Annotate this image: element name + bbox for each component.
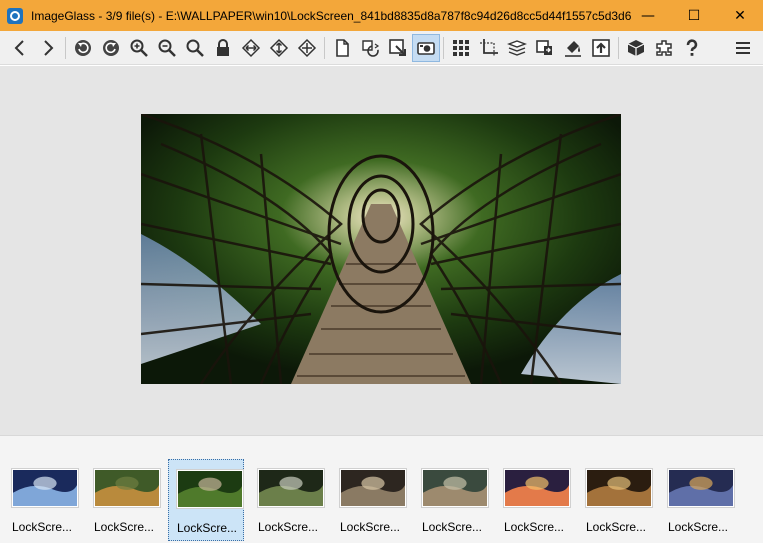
print-button[interactable]: [559, 34, 587, 62]
toolbar-separator: [65, 36, 66, 59]
refresh-button[interactable]: [356, 34, 384, 62]
upload-icon: [592, 38, 610, 57]
current-image[interactable]: [141, 114, 621, 384]
thumbnail-image: [12, 469, 78, 507]
thumbnail-label: LockScre...: [93, 520, 155, 534]
file-icon: [336, 38, 349, 57]
zoom-in-icon: [130, 39, 148, 57]
toolbar-separator: [324, 36, 325, 59]
imageglass-logo-icon: [7, 7, 23, 24]
window-controls: — ☐ ✕: [625, 0, 763, 31]
main-menu-button[interactable]: [729, 34, 757, 62]
title-bar: ImageGlass - 3/9 file(s) - E:\WALLPAPER\…: [0, 0, 763, 31]
toolbar: [0, 31, 763, 65]
arrows-four-way-icon: [297, 38, 317, 57]
goto-icon: [389, 38, 406, 56]
chevron-right-icon: [44, 39, 54, 56]
thumbnail-label: LockScre...: [257, 520, 319, 534]
thumbnail-image: [586, 469, 652, 507]
box-icon: [627, 39, 645, 56]
zoom-out-button[interactable]: [153, 34, 181, 62]
rotate-right-button[interactable]: [97, 34, 125, 62]
thumbnail-item[interactable]: LockScre...: [414, 459, 490, 541]
thumbnail-image: [94, 469, 160, 507]
thumbnail-item[interactable]: LockScre...: [496, 459, 572, 541]
checkerboard-button[interactable]: [447, 34, 475, 62]
arrows-horizontal-icon: [241, 38, 261, 57]
chevron-left-icon: [14, 39, 24, 56]
help-button[interactable]: [678, 34, 706, 62]
scale-to-height-button[interactable]: [265, 34, 293, 62]
settings-button[interactable]: [650, 34, 678, 62]
rotate-left-icon: [75, 39, 91, 56]
thumbnail-image: [668, 469, 734, 507]
thumbnail-bar-toggle[interactable]: [412, 33, 440, 62]
rotate-left-button[interactable]: [69, 34, 97, 62]
forest-bridge-photo: [141, 114, 621, 384]
zoom-in-button[interactable]: [125, 34, 153, 62]
thumbnail-image: [422, 469, 488, 507]
close-button[interactable]: ✕: [717, 0, 763, 31]
hamburger-menu-icon: [736, 42, 750, 54]
thumbnail-image: [504, 469, 570, 507]
auto-zoom-button[interactable]: [181, 34, 209, 62]
thumbnail-item[interactable]: LockScre...: [332, 459, 408, 541]
extension-button[interactable]: [622, 34, 650, 62]
slideshow-button[interactable]: [503, 34, 531, 62]
thumbnail-item[interactable]: LockScre...: [4, 459, 80, 541]
layers-icon: [507, 39, 527, 56]
thumbnail-image: [177, 470, 243, 508]
window-title: ImageGlass - 3/9 file(s) - E:\WALLPAPER\…: [31, 8, 631, 23]
thumbnail-bar: LockScre... LockScre... LockScre... LockScr…: [0, 435, 763, 543]
thumbnail-icon: [417, 41, 435, 55]
thumbnail-item[interactable]: LockScre...: [250, 459, 326, 541]
go-to-image-button[interactable]: [384, 34, 412, 62]
thumbnail-image: [258, 469, 324, 507]
arrows-vertical-icon: [269, 38, 289, 57]
rotate-right-icon: [103, 39, 119, 56]
help-icon: [686, 38, 698, 56]
next-image-button[interactable]: [34, 34, 62, 62]
open-file-button[interactable]: [328, 34, 356, 62]
toolbar-separator: [618, 36, 619, 59]
thumbnail-label: LockScre...: [585, 520, 647, 534]
thumbnail-item[interactable]: LockScre...: [86, 459, 162, 541]
thumbnail-label: LockScre...: [339, 520, 401, 534]
magnifier-icon: [186, 39, 204, 57]
scale-to-fit-button[interactable]: [293, 34, 321, 62]
zoom-out-icon: [158, 39, 176, 57]
thumbnail-label: LockScre...: [503, 520, 565, 534]
plugin-icon: [656, 39, 672, 56]
scale-to-width-button[interactable]: [237, 34, 265, 62]
maximize-button[interactable]: ☐: [671, 0, 717, 31]
thumbnail-item[interactable]: LockScre...: [168, 459, 244, 541]
paint-icon: [565, 40, 581, 57]
thumbnail-image: [340, 469, 406, 507]
lock-icon: [217, 38, 229, 56]
image-viewer[interactable]: [0, 66, 763, 435]
thumbnail-label: LockScre...: [11, 520, 73, 534]
thumbnail-item[interactable]: LockScre...: [660, 459, 736, 541]
crop-button[interactable]: [475, 34, 503, 62]
minimize-button[interactable]: —: [625, 0, 671, 31]
lock-zoom-button[interactable]: [209, 34, 237, 62]
thumbnail-item[interactable]: LockScre...: [578, 459, 654, 541]
grid-icon: [453, 39, 469, 56]
refresh-icon: [362, 39, 380, 57]
convert-icon: [536, 39, 552, 55]
thumbnail-label: LockScre...: [667, 520, 729, 534]
upload-button[interactable]: [587, 34, 615, 62]
thumbnail-label: LockScre...: [176, 521, 238, 535]
thumbnail-label: LockScre...: [421, 520, 483, 534]
previous-image-button[interactable]: [6, 34, 34, 62]
crop-icon: [480, 38, 498, 57]
toolbar-separator: [443, 36, 444, 59]
convert-button[interactable]: [531, 34, 559, 62]
